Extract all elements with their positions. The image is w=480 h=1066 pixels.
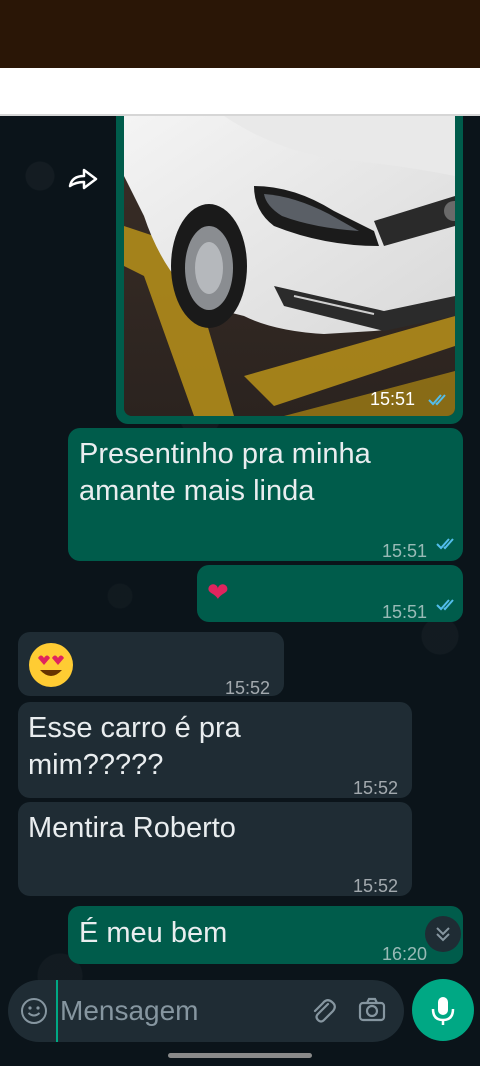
message-time: 15:52 bbox=[353, 876, 399, 896]
read-ticks-icon bbox=[428, 394, 446, 406]
home-indicator[interactable] bbox=[168, 1053, 312, 1058]
message-time: 15:51 bbox=[370, 389, 416, 409]
message-text: Mentira Roberto bbox=[28, 812, 236, 844]
message-composer[interactable] bbox=[8, 980, 404, 1042]
car-photo[interactable] bbox=[124, 116, 455, 416]
message-text: Esse carro é pra mim????? bbox=[28, 712, 241, 781]
outgoing-message[interactable]: É meu bem 16:20 bbox=[68, 906, 463, 964]
read-ticks-icon bbox=[436, 538, 454, 550]
message-text: Presentinho pra minha amante mais linda bbox=[79, 438, 371, 507]
read-ticks-icon bbox=[436, 599, 454, 611]
outgoing-message[interactable]: Presentinho pra minha amante mais linda … bbox=[68, 428, 463, 561]
message-time: 16:20 bbox=[382, 944, 428, 964]
double-chevron-down-icon bbox=[436, 927, 450, 942]
scroll-to-bottom-button[interactable] bbox=[425, 916, 461, 952]
attach-icon[interactable] bbox=[308, 996, 338, 1026]
message-time: 15:51 bbox=[382, 602, 428, 622]
car-image bbox=[124, 116, 455, 416]
outgoing-message[interactable]: ❤ 15:51 bbox=[197, 565, 463, 622]
heart-emoji: ❤ bbox=[207, 577, 229, 607]
mic-button[interactable] bbox=[412, 979, 474, 1041]
forward-icon[interactable] bbox=[66, 166, 100, 192]
image-message[interactable]: 15:51 bbox=[116, 116, 463, 424]
camera-icon[interactable] bbox=[357, 995, 387, 1025]
mic-icon bbox=[431, 997, 455, 1025]
incoming-message[interactable]: Mentira Roberto 15:52 bbox=[18, 802, 412, 896]
message-input[interactable] bbox=[56, 980, 296, 1042]
header-strip bbox=[0, 68, 480, 116]
message-text: É meu bem bbox=[79, 917, 228, 949]
emoji-icon[interactable] bbox=[20, 997, 48, 1025]
incoming-message[interactable]: Esse carro é pra mim????? 15:52 bbox=[18, 702, 412, 798]
incoming-message[interactable]: 15:52 bbox=[18, 632, 284, 698]
status-bar bbox=[0, 0, 480, 68]
heart-eyes-emoji bbox=[29, 643, 73, 687]
